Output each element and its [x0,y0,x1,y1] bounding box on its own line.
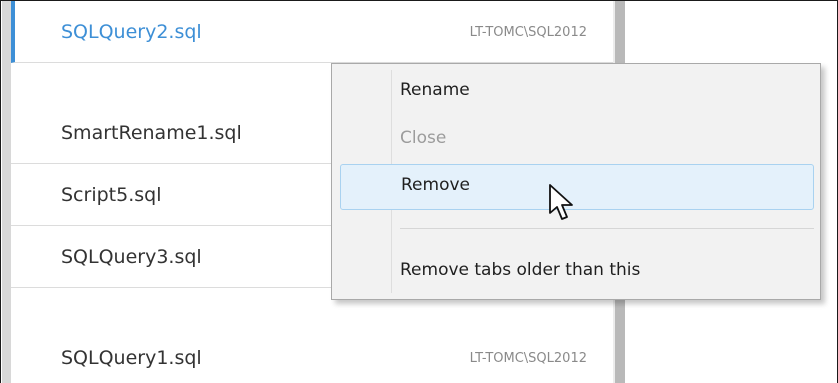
tab-server: LT-TOMC\SQL2012 [469,25,587,40]
menu-item-rename[interactable]: Rename [340,70,814,112]
tab-name: SmartRename1.sql [61,122,242,144]
tab-name: Script5.sql [61,184,162,206]
menu-item-label: Remove tabs older than this [400,260,641,280]
tab-server: LT-TOMC\SQL2012 [469,351,587,366]
menu-item-label: Rename [400,80,470,100]
tab-row-sqlquery2[interactable]: SQLQuery2.sql LT-TOMC\SQL2012 [11,1,613,63]
menu-item-remove-older[interactable]: Remove tabs older than this [340,250,814,292]
menu-item-label: Remove [401,175,470,195]
window-edge [2,1,11,383]
menu-item-label: Close [400,128,447,148]
tab-name: SQLQuery2.sql [61,21,202,43]
tab-name: SQLQuery1.sql [61,347,202,369]
tab-name: SQLQuery3.sql [61,246,202,268]
query-tabs-window: SQLQuery2.sql LT-TOMC\SQL2012 SmartRenam… [0,0,838,383]
mouse-pointer-icon [549,184,573,220]
menu-separator [400,228,814,229]
tab-context-menu: Rename Close Remove Remove tabs older th… [331,63,821,300]
tab-row-sqlquery1[interactable]: SQLQuery1.sql LT-TOMC\SQL2012 [11,327,613,383]
menu-item-close: Close [340,118,814,160]
